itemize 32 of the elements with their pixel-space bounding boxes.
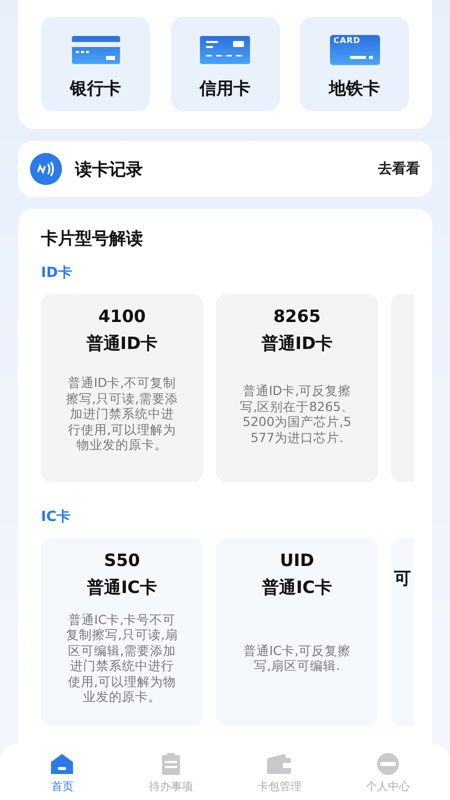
view-link[interactable]: 去看看 <box>378 160 420 178</box>
card-type-label: 银行卡 <box>70 78 121 100</box>
card-type: 普通IC卡 <box>87 577 157 600</box>
card-type-label: 信用卡 <box>200 78 250 100</box>
card-model: S50 <box>104 550 140 572</box>
section-title: 卡片型号解读 <box>41 228 144 250</box>
card-description: 普通IC卡,卡号不可复制擦写,只可读,扇区可编辑,需要添加进门禁系统中进行使用,可以理解为物业发的原卡。 <box>65 612 179 704</box>
home-icon <box>49 752 76 776</box>
category-heading: IC卡 <box>41 508 72 526</box>
card-type-label: 地铁卡 <box>329 78 380 100</box>
card-model: 4100 <box>98 306 146 328</box>
credit-card-icon <box>199 34 251 64</box>
card-description: 普通ID卡,可反复擦写,区别在于8265、5200为国产芯片,5577为进口芯片. <box>240 383 354 445</box>
card-model: 8265 <box>273 306 321 328</box>
card-type: 普通ID卡 <box>261 333 333 356</box>
card-type-tile[interactable]: 信用卡 <box>170 17 280 111</box>
profile-icon <box>374 752 401 776</box>
card-type: 普通ID卡 <box>86 333 158 356</box>
nfc-icon <box>29 152 63 186</box>
card-type-tile[interactable]: 银行卡 <box>41 17 150 111</box>
card-type-tile[interactable]: CARD 地铁卡 <box>300 17 409 111</box>
category-heading: ID卡 <box>41 264 73 282</box>
card-type: 普通IC卡 <box>262 577 332 600</box>
card-description: 普通IC卡,可反复擦写,扇区可编辑. <box>242 642 352 674</box>
card-model: UID <box>280 550 314 572</box>
bank-card-icon <box>70 34 120 64</box>
card-type: 可 <box>394 569 411 589</box>
wallet-icon <box>265 752 294 776</box>
tab-item[interactable]: 首页 <box>8 744 116 794</box>
record-title: 读卡记录 <box>75 158 144 180</box>
card-description: 普通ID卡,不可复制擦写,只可读,需要添加进门禁系统中进行使用,可以理解为物业发的原卡。 <box>65 375 179 453</box>
card-label: CARD <box>334 36 360 44</box>
